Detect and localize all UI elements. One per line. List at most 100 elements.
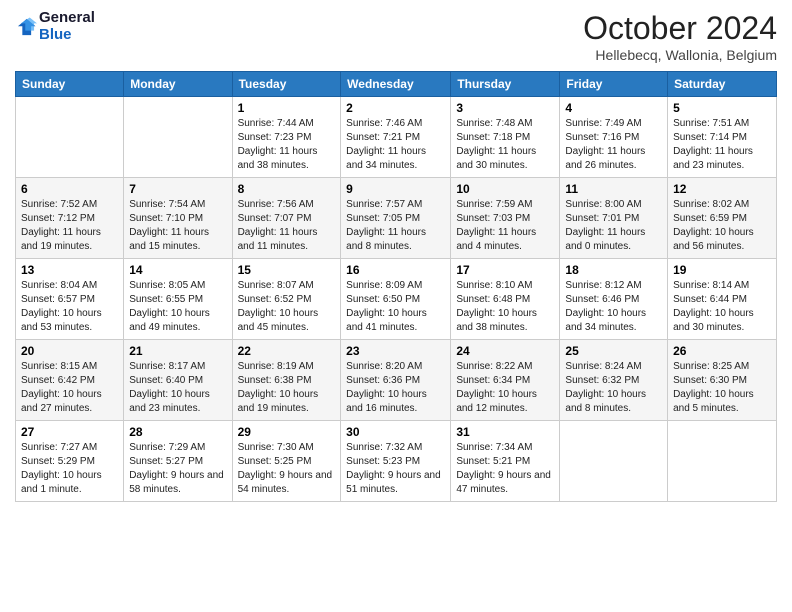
day-number: 15 — [238, 263, 336, 277]
calendar-cell — [124, 97, 232, 178]
weekday-header: Friday — [560, 72, 668, 97]
calendar-cell: 19Sunrise: 8:14 AMSunset: 6:44 PMDayligh… — [668, 259, 777, 340]
day-number: 13 — [21, 263, 118, 277]
weekday-header: Sunday — [16, 72, 124, 97]
calendar-week-row: 20Sunrise: 8:15 AMSunset: 6:42 PMDayligh… — [16, 340, 777, 421]
day-number: 29 — [238, 425, 336, 439]
calendar-cell: 20Sunrise: 8:15 AMSunset: 6:42 PMDayligh… — [16, 340, 124, 421]
calendar-cell: 31 Sunrise: 7:34 AMSunset: 5:21 PMDayligh… — [451, 421, 560, 502]
calendar-cell: 15 Sunrise: 8:07 AMSunset: 6:52 PMDayligh… — [232, 259, 341, 340]
calendar-cell: 14 Sunrise: 8:05 AMSunset: 6:55 PMDayligh… — [124, 259, 232, 340]
weekday-row: SundayMondayTuesdayWednesdayThursdayFrid… — [16, 72, 777, 97]
day-info: Sunrise: 8:20 AMSunset: 6:36 PMDaylight:… — [346, 360, 445, 416]
day-info: Sunrise: 7:54 AMSunset: 7:10 PMDaylight:… — [129, 198, 226, 254]
weekday-header: Monday — [124, 72, 232, 97]
day-info: Sunrise: 7:27 AMSunset: 5:29 PMDaylight:… — [21, 441, 118, 497]
day-number: 17 — [456, 263, 554, 277]
calendar-cell: 28 Sunrise: 7:29 AMSunset: 5:27 PMDayligh… — [124, 421, 232, 502]
day-info: Sunrise: 7:46 AMSunset: 7:21 PMDaylight:… — [346, 117, 445, 173]
day-number: 18 — [565, 263, 662, 277]
day-info: Sunrise: 8:25 AMSunset: 6:30 PMDaylight:… — [673, 360, 771, 416]
calendar-cell: 17 Sunrise: 8:10 AMSunset: 6:48 PMDayligh… — [451, 259, 560, 340]
day-info: Sunrise: 7:30 AMSunset: 5:25 PMDaylight:… — [238, 441, 336, 497]
header: General Blue October 2024 Hellebecq, Wal… — [15, 10, 777, 63]
day-info: Sunrise: 8:17 AMSunset: 6:40 PMDaylight:… — [129, 360, 226, 416]
calendar-cell: 11Sunrise: 8:00 AMSunset: 7:01 PMDayligh… — [560, 178, 668, 259]
calendar-cell: 2 Sunrise: 7:46 AMSunset: 7:21 PMDaylight… — [341, 97, 451, 178]
month-title: October 2024 — [583, 10, 777, 47]
logo-text: General Blue — [39, 10, 95, 43]
day-info: Sunrise: 7:57 AMSunset: 7:05 PMDaylight:… — [346, 198, 445, 254]
calendar-cell: 1Sunrise: 7:44 AMSunset: 7:23 PMDaylight… — [232, 97, 341, 178]
day-info: Sunrise: 7:56 AMSunset: 7:07 PMDaylight:… — [238, 198, 336, 254]
day-number: 23 — [346, 344, 445, 358]
day-number: 5 — [673, 101, 771, 115]
day-info: Sunrise: 7:29 AMSunset: 5:27 PMDaylight:… — [129, 441, 226, 497]
day-info: Sunrise: 8:04 AMSunset: 6:57 PMDaylight:… — [21, 279, 118, 335]
calendar-cell: 10 Sunrise: 7:59 AMSunset: 7:03 PMDayligh… — [451, 178, 560, 259]
calendar-cell: 21Sunrise: 8:17 AMSunset: 6:40 PMDayligh… — [124, 340, 232, 421]
day-info: Sunrise: 8:09 AMSunset: 6:50 PMDaylight:… — [346, 279, 445, 335]
day-number: 11 — [565, 182, 662, 196]
day-info: Sunrise: 7:51 AMSunset: 7:14 PMDaylight:… — [673, 117, 771, 173]
calendar-cell: 24 Sunrise: 8:22 AMSunset: 6:34 PMDayligh… — [451, 340, 560, 421]
location: Hellebecq, Wallonia, Belgium — [583, 47, 777, 63]
logo: General Blue — [15, 10, 95, 43]
calendar-cell: 18 Sunrise: 8:12 AMSunset: 6:46 PMDayligh… — [560, 259, 668, 340]
calendar-header: SundayMondayTuesdayWednesdayThursdayFrid… — [16, 72, 777, 97]
calendar-cell: 29 Sunrise: 7:30 AMSunset: 5:25 PMDayligh… — [232, 421, 341, 502]
weekday-header: Thursday — [451, 72, 560, 97]
weekday-header: Wednesday — [341, 72, 451, 97]
weekday-header: Saturday — [668, 72, 777, 97]
calendar-week-row: 6 Sunrise: 7:52 AMSunset: 7:12 PMDaylight… — [16, 178, 777, 259]
day-info: Sunrise: 7:32 AMSunset: 5:23 PMDaylight:… — [346, 441, 445, 497]
day-info: Sunrise: 8:22 AMSunset: 6:34 PMDaylight:… — [456, 360, 554, 416]
day-number: 10 — [456, 182, 554, 196]
calendar-cell: 30 Sunrise: 7:32 AMSunset: 5:23 PMDayligh… — [341, 421, 451, 502]
day-number: 16 — [346, 263, 445, 277]
calendar-week-row: 1Sunrise: 7:44 AMSunset: 7:23 PMDaylight… — [16, 97, 777, 178]
calendar-cell: 12 Sunrise: 8:02 AMSunset: 6:59 PMDayligh… — [668, 178, 777, 259]
calendar-week-row: 27Sunrise: 7:27 AMSunset: 5:29 PMDayligh… — [16, 421, 777, 502]
day-number: 28 — [129, 425, 226, 439]
calendar-cell: 13 Sunrise: 8:04 AMSunset: 6:57 PMDayligh… — [16, 259, 124, 340]
day-number: 20 — [21, 344, 118, 358]
day-number: 24 — [456, 344, 554, 358]
calendar-cell: 27Sunrise: 7:27 AMSunset: 5:29 PMDayligh… — [16, 421, 124, 502]
logo-icon — [15, 16, 37, 38]
day-number: 8 — [238, 182, 336, 196]
calendar-cell: 4Sunrise: 7:49 AMSunset: 7:16 PMDaylight… — [560, 97, 668, 178]
calendar-cell: 22Sunrise: 8:19 AMSunset: 6:38 PMDayligh… — [232, 340, 341, 421]
calendar-cell: 16 Sunrise: 8:09 AMSunset: 6:50 PMDayligh… — [341, 259, 451, 340]
calendar-cell: 9Sunrise: 7:57 AMSunset: 7:05 PMDaylight… — [341, 178, 451, 259]
day-number: 31 — [456, 425, 554, 439]
day-info: Sunrise: 7:49 AMSunset: 7:16 PMDaylight:… — [565, 117, 662, 173]
day-info: Sunrise: 7:34 AMSunset: 5:21 PMDaylight:… — [456, 441, 554, 497]
calendar-cell: 7Sunrise: 7:54 AMSunset: 7:10 PMDaylight… — [124, 178, 232, 259]
day-number: 12 — [673, 182, 771, 196]
day-info: Sunrise: 7:48 AMSunset: 7:18 PMDaylight:… — [456, 117, 554, 173]
day-info: Sunrise: 8:02 AMSunset: 6:59 PMDaylight:… — [673, 198, 771, 254]
calendar-cell: 25Sunrise: 8:24 AMSunset: 6:32 PMDayligh… — [560, 340, 668, 421]
day-info: Sunrise: 8:24 AMSunset: 6:32 PMDaylight:… — [565, 360, 662, 416]
calendar-cell: 23 Sunrise: 8:20 AMSunset: 6:36 PMDayligh… — [341, 340, 451, 421]
day-number: 14 — [129, 263, 226, 277]
calendar-cell: 8 Sunrise: 7:56 AMSunset: 7:07 PMDaylight… — [232, 178, 341, 259]
day-info: Sunrise: 7:59 AMSunset: 7:03 PMDaylight:… — [456, 198, 554, 254]
day-number: 2 — [346, 101, 445, 115]
day-info: Sunrise: 8:12 AMSunset: 6:46 PMDaylight:… — [565, 279, 662, 335]
calendar-body: 1Sunrise: 7:44 AMSunset: 7:23 PMDaylight… — [16, 97, 777, 502]
day-info: Sunrise: 8:05 AMSunset: 6:55 PMDaylight:… — [129, 279, 226, 335]
calendar-cell: 26 Sunrise: 8:25 AMSunset: 6:30 PMDayligh… — [668, 340, 777, 421]
day-info: Sunrise: 8:07 AMSunset: 6:52 PMDaylight:… — [238, 279, 336, 335]
day-number: 30 — [346, 425, 445, 439]
day-number: 26 — [673, 344, 771, 358]
day-number: 1 — [238, 101, 336, 115]
day-number: 6 — [21, 182, 118, 196]
calendar-cell: 5 Sunrise: 7:51 AMSunset: 7:14 PMDaylight… — [668, 97, 777, 178]
title-block: October 2024 Hellebecq, Wallonia, Belgiu… — [583, 10, 777, 63]
day-info: Sunrise: 7:52 AMSunset: 7:12 PMDaylight:… — [21, 198, 118, 254]
calendar-cell — [16, 97, 124, 178]
day-info: Sunrise: 8:14 AMSunset: 6:44 PMDaylight:… — [673, 279, 771, 335]
day-info: Sunrise: 8:10 AMSunset: 6:48 PMDaylight:… — [456, 279, 554, 335]
